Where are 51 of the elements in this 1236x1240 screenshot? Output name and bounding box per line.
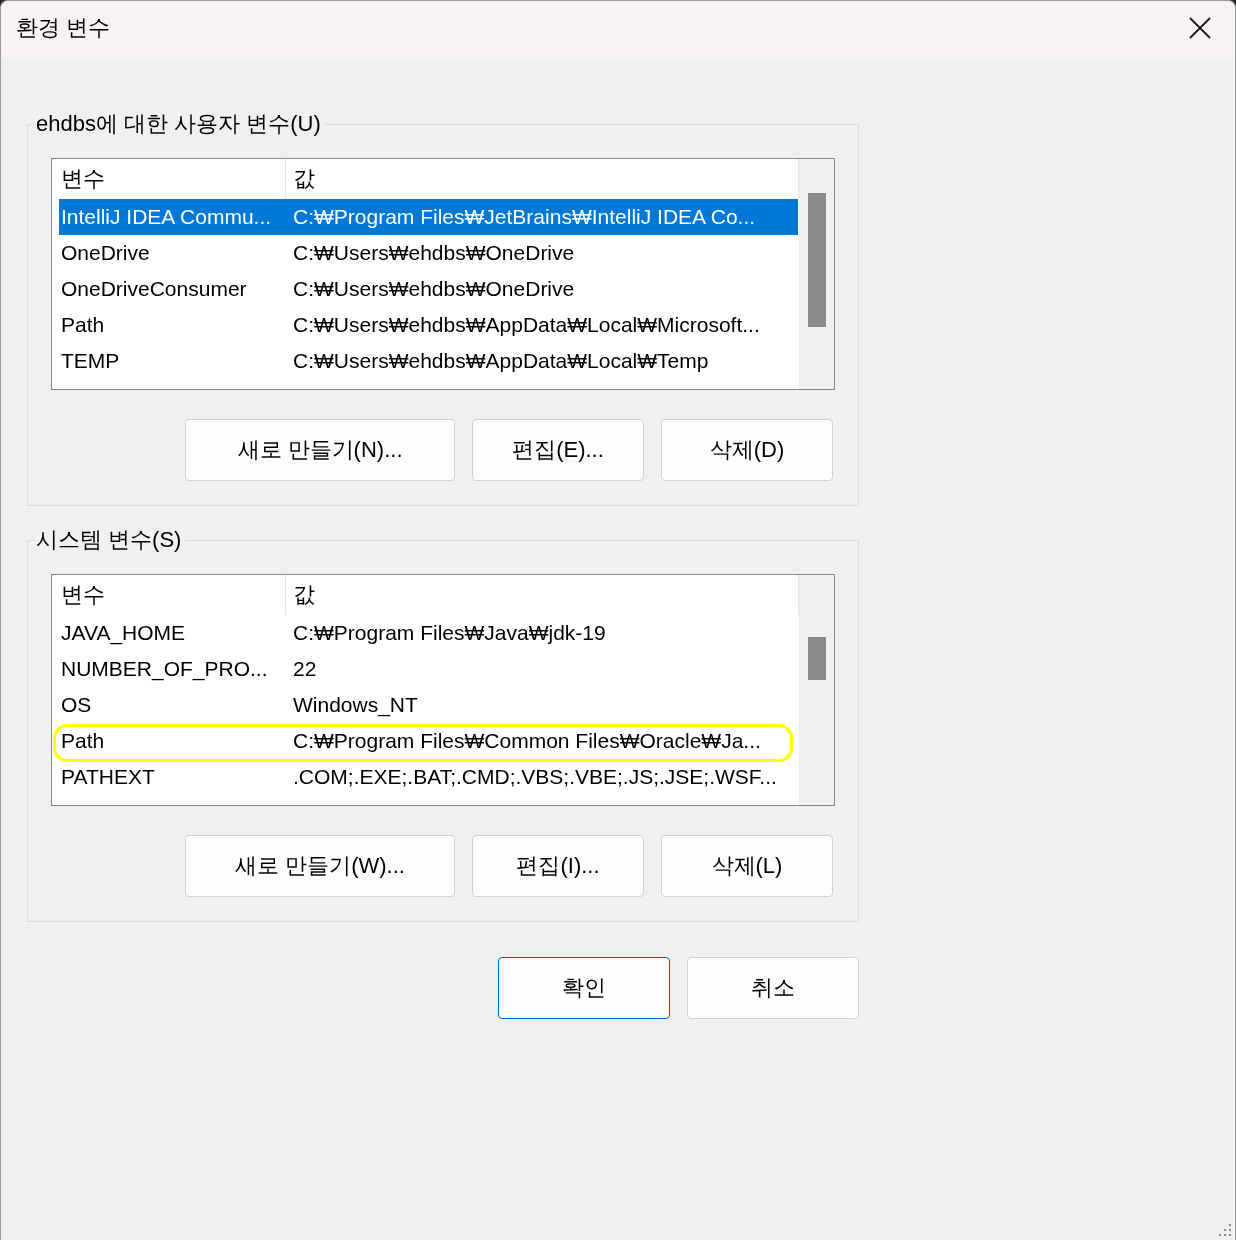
variable-row[interactable]: NUMBER_OF_PRO... 22 bbox=[59, 651, 798, 687]
variable-name: TEMP bbox=[60, 348, 121, 374]
variable-name: NUMBER_OF_PRO... bbox=[60, 656, 269, 683]
variable-row[interactable]: OneDrive C:₩Users₩ehdbs₩OneDrive bbox=[59, 235, 798, 271]
close-button[interactable] bbox=[1188, 15, 1212, 40]
action-button[interactable]: 삭제(L) bbox=[661, 835, 833, 897]
variable-row[interactable]: OneDriveConsumer C:₩Users₩ehdbs₩OneDrive bbox=[59, 271, 798, 307]
variable-row[interactable]: Path C:₩Users₩ehdbs₩AppData₩Local₩Microsoft... bbox=[59, 307, 798, 343]
action-button[interactable]: 새로 만들기(N)... bbox=[185, 419, 455, 481]
scrollbar-track[interactable] bbox=[799, 575, 834, 805]
action-button[interactable]: 삭제(D) bbox=[661, 419, 833, 481]
group-label: ehdbs에 대한 사용자 변수(U) bbox=[36, 110, 322, 138]
variable-value: C:₩Program Files₩JetBrains₩IntelliJ IDEA Co... bbox=[292, 204, 757, 230]
action-button[interactable]: 새로 만들기(W)... bbox=[185, 835, 455, 897]
variable-row[interactable]: Path C:₩Program Files₩Common Files₩Oracle₩Ja... bbox=[59, 723, 798, 759]
resize-grip-icon bbox=[1219, 1224, 1231, 1236]
variable-list[interactable] bbox=[51, 158, 835, 390]
variable-name: OneDrive bbox=[60, 240, 151, 266]
dialog-button[interactable]: 취소 bbox=[687, 957, 859, 1019]
variable-name: IntelliJ IDEA Commu... bbox=[60, 204, 273, 230]
variable-row[interactable]: JAVA_HOME C:₩Program Files₩Java₩jdk-19 bbox=[59, 615, 798, 651]
window-title: 환경 변수 bbox=[16, 13, 111, 42]
action-button[interactable]: 편집(E)... bbox=[472, 419, 644, 481]
variable-value: 22 bbox=[292, 656, 318, 682]
variable-name: OS bbox=[60, 692, 93, 718]
scrollbar-track[interactable] bbox=[799, 159, 834, 389]
close-icon bbox=[1189, 16, 1211, 39]
column-header[interactable]: 변수 bbox=[59, 575, 286, 615]
action-button[interactable]: 편집(I)... bbox=[472, 835, 644, 897]
variable-value: C:₩Users₩ehdbs₩OneDrive bbox=[292, 240, 576, 266]
variable-value: C:₩Users₩ehdbs₩OneDrive bbox=[292, 276, 576, 302]
variable-row[interactable]: PATHEXT .COM;.EXE;.BAT;.CMD;.VBS;.VBE;.JS;.JSE;.WSF... bbox=[59, 759, 798, 795]
variable-row[interactable]: TEMP C:₩Users₩ehdbs₩AppData₩Local₩Temp bbox=[59, 343, 798, 379]
variable-value: .COM;.EXE;.BAT;.CMD;.VBS;.VBE;.JS;.JSE;.WSF... bbox=[292, 764, 778, 790]
variable-value: C:₩Users₩ehdbs₩AppData₩Local₩Temp bbox=[292, 348, 710, 374]
variable-name: OneDriveConsumer bbox=[60, 276, 248, 302]
variable-list[interactable]: 변수 값 JAVA_HOME C:₩Program Files₩Java₩jdk-19 NUMBER_OF_PRO... 22 OS Windows_NT Path C:₩Program Files₩Common Files₩Oracle₩Ja... PATHEXT .COM;.EXE;.BAT;.CMD;.VBS;.VBE;.JS;.JSE;.WSF... bbox=[51, 574, 835, 806]
variable-value: C:₩Program Files₩Java₩jdk-19 bbox=[292, 620, 607, 646]
scrollbar-thumb[interactable] bbox=[808, 637, 826, 680]
variable-name: JAVA_HOME bbox=[60, 620, 187, 647]
variable-row[interactable]: IntelliJ IDEA Commu... C:₩Program Files₩JetBrains₩IntelliJ IDEA Co... bbox=[59, 199, 798, 235]
variable-name: Path bbox=[60, 728, 106, 754]
variable-row[interactable]: OS Windows_NT bbox=[59, 687, 798, 723]
variable-value: Windows_NT bbox=[292, 692, 419, 719]
scrollbar-thumb[interactable] bbox=[808, 193, 826, 327]
variable-value: C:₩Users₩ehdbs₩AppData₩Local₩Microsoft... bbox=[292, 312, 761, 338]
variable-name: PATHEXT bbox=[60, 764, 156, 790]
dialog-button[interactable]: 확인 bbox=[498, 957, 670, 1019]
variable-name: Path bbox=[60, 312, 106, 338]
variable-value: C:₩Program Files₩Common Files₩Oracle₩Ja... bbox=[292, 728, 762, 754]
group-label: 시스템 변수(S) bbox=[36, 526, 183, 554]
